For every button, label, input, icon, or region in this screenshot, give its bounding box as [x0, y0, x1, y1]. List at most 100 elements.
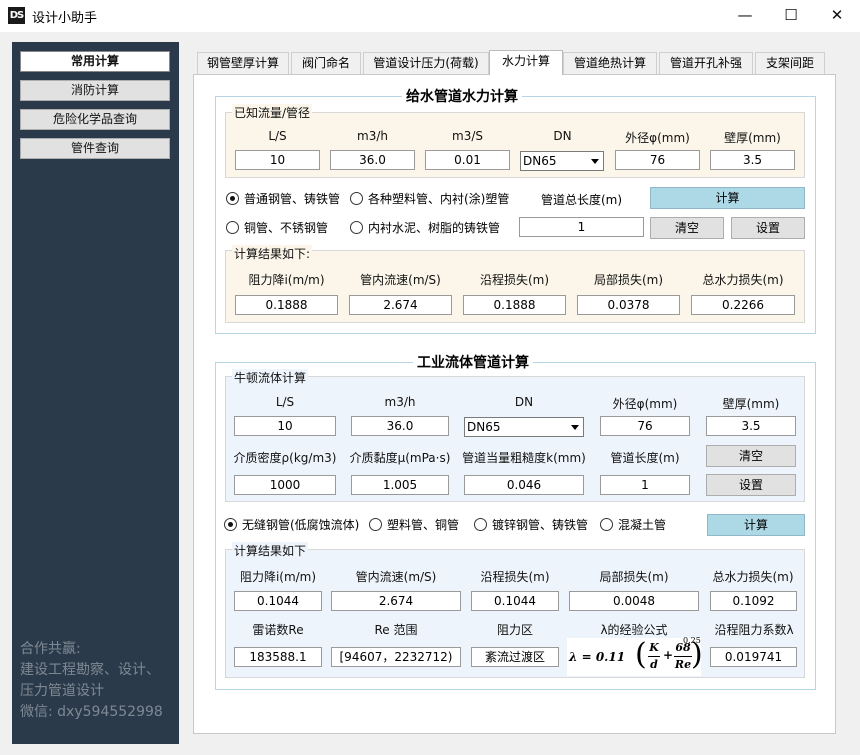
radio-steel-cast-iron[interactable]: 普通钢管、铸铁管 [226, 191, 340, 207]
lambda-formula-image: λ = 0.11 ( K d + 68 Re ) [567, 637, 703, 676]
formula-plus: + [663, 648, 674, 662]
minimize-button[interactable]: — [722, 0, 768, 32]
result-total-loss[interactable]: 0.2266 [691, 295, 795, 315]
maximize-button[interactable]: ☐ [768, 0, 814, 32]
radio-label: 混凝土管 [618, 518, 667, 532]
label-ls: L/S [268, 129, 287, 143]
ind-calc-button[interactable]: 计算 [707, 514, 805, 536]
label-ls: L/S [275, 395, 295, 409]
result-velocity[interactable]: 2.674 [349, 295, 452, 315]
outer-diameter-input[interactable]: 76 [615, 150, 700, 170]
tab-insulation-calc[interactable]: 管道绝热计算 [563, 52, 657, 74]
total-length-label: 管道总长度(m) [541, 193, 623, 207]
sidebar-item-hazmat-query[interactable]: 危险化学品查询 [20, 109, 170, 130]
result-friction-drop[interactable]: 0.1888 [235, 295, 338, 315]
dn-select[interactable]: DN65 [520, 151, 604, 171]
tab-opening-reinforcement[interactable]: 管道开孔补强 [659, 52, 753, 74]
contact-line: 压力管道设计 [20, 683, 104, 699]
label-total-loss: 总水力损失(m) [702, 273, 784, 287]
label-velocity: 管内流速(m/S) [360, 273, 441, 287]
chevron-down-icon [571, 425, 579, 430]
water-calc-title: 给水管道水力计算 [402, 86, 522, 106]
ind-result-friction-drop[interactable]: 0.1044 [234, 591, 322, 611]
formula-bar [648, 656, 660, 657]
ind-outer-diameter-input[interactable]: 76 [600, 416, 690, 436]
label-local-loss: 局部损失(m) [599, 570, 669, 584]
ind-wall-thickness-input[interactable]: 3.5 [706, 416, 796, 436]
label-friction-drop: 阻力降i(m/m) [248, 273, 325, 287]
viscosity-input[interactable]: 1.005 [351, 475, 449, 495]
contact-info: 合作共赢: 建设工程勘察、设计、 压力管道设计 微信: dxy594552998 [20, 639, 180, 723]
label-local-loss: 局部损失(m) [593, 273, 664, 287]
radio-cement-lined[interactable]: 内衬水泥、树脂的铸铁管 [350, 220, 500, 236]
ind-m3h-input[interactable]: 36.0 [351, 416, 449, 436]
ind-clear-button[interactable]: 清空 [706, 445, 796, 467]
reynolds-value[interactable]: 183588.1 [234, 647, 322, 667]
result-friction-loss[interactable]: 0.1888 [463, 295, 566, 315]
tab-pipe-wall-thickness[interactable]: 钢管壁厚计算 [197, 52, 289, 74]
radio-dot [226, 192, 239, 205]
radio-copper-stainless[interactable]: 铜管、不锈钢管 [226, 220, 328, 236]
known-flow-title: 已知流量/管径 [232, 104, 313, 121]
close-button[interactable]: ✕ [814, 0, 860, 32]
tab-hydraulic-calc[interactable]: 水力计算 [489, 50, 563, 75]
radio-dot [369, 518, 382, 531]
radio-concrete[interactable]: 混凝土管 [600, 517, 666, 533]
ind-dn-select[interactable]: DN65 [464, 417, 584, 437]
newton-fluid-title: 牛顿流体计算 [232, 369, 309, 386]
tab-valve-naming[interactable]: 阀门命名 [291, 52, 361, 74]
water-clear-button[interactable]: 清空 [650, 217, 724, 239]
radio-label: 内衬水泥、树脂的铸铁管 [368, 221, 501, 235]
ind-result-total-loss[interactable]: 0.1092 [710, 591, 797, 611]
radio-dot [224, 518, 237, 531]
label-viscosity: 介质黏度μ(mPa·s) [349, 451, 451, 465]
m3s-input[interactable]: 0.01 [425, 150, 510, 170]
ind-result-title: 计算结果如下 [232, 542, 309, 559]
radio-seamless-steel[interactable]: 无缝钢管(低腐蚀流体) [224, 517, 359, 533]
label-dn: DN [514, 395, 534, 409]
radio-label: 普通钢管、铸铁管 [244, 192, 341, 206]
ind-result-friction-loss[interactable]: 0.1044 [471, 591, 559, 611]
wall-thickness-input[interactable]: 3.5 [710, 150, 795, 170]
radio-plastic-pipe[interactable]: 各种塑料管、内衬(涂)塑管 [350, 191, 509, 207]
ind-settings-button[interactable]: 设置 [706, 474, 796, 496]
label-density: 介质密度ρ(kg/m3) [233, 451, 337, 465]
total-length-input[interactable]: 1 [519, 217, 644, 237]
roughness-input[interactable]: 0.046 [464, 475, 584, 495]
radio-label: 铜管、不锈钢管 [244, 221, 329, 235]
result-local-loss[interactable]: 0.0378 [577, 295, 680, 315]
ind-result-velocity[interactable]: 2.674 [331, 591, 461, 611]
water-result-title: 计算结果如下: [232, 245, 313, 262]
radio-label: 无缝钢管(低腐蚀流体) [242, 518, 360, 532]
sidebar-item-fitting-query[interactable]: 管件查询 [20, 138, 170, 159]
label-outer-diameter: 外径φ(mm) [612, 397, 678, 411]
water-settings-button[interactable]: 设置 [731, 217, 805, 239]
sidebar-item-fire-calc[interactable]: 消防计算 [20, 80, 170, 101]
radio-dot [350, 192, 363, 205]
m3h-input[interactable]: 36.0 [330, 150, 415, 170]
radio-label: 镀锌钢管、铸铁管 [492, 518, 589, 532]
ls-input[interactable]: 10 [235, 150, 320, 170]
radio-galvanized-cast-iron[interactable]: 镀锌钢管、铸铁管 [474, 517, 588, 533]
ind-result-local-loss[interactable]: 0.0048 [569, 591, 699, 611]
radio-plastic-copper[interactable]: 塑料管、铜管 [369, 517, 459, 533]
formula-bar [674, 656, 692, 657]
density-input[interactable]: 1000 [234, 475, 336, 495]
tab-support-spacing[interactable]: 支架间距 [755, 52, 825, 74]
label-friction-loss: 沿程损失(m) [479, 273, 550, 287]
re-range-value[interactable]: [94607，2232712) [331, 647, 461, 667]
label-friction-drop: 阻力降i(m/m) [239, 570, 317, 584]
label-m3h: m3/h [357, 129, 388, 143]
tab-design-pressure[interactable]: 管道设计压力(荷载) [363, 52, 489, 74]
sidebar-item-common-calc[interactable]: 常用计算 [20, 51, 170, 72]
radio-label: 塑料管、铜管 [387, 518, 460, 532]
pipe-length-input[interactable]: 1 [600, 475, 690, 495]
label-reynolds: 雷诺数Re [252, 623, 304, 637]
formula-paren-left: ( [635, 637, 647, 672]
industrial-calc-title: 工业流体管道计算 [413, 352, 533, 372]
ind-ls-input[interactable]: 10 [234, 416, 336, 436]
friction-coefficient-value[interactable]: 0.019741 [710, 647, 797, 667]
resistance-zone-value[interactable]: 紊流过渡区 [471, 647, 559, 667]
water-calc-button[interactable]: 计算 [650, 187, 805, 209]
label-resistance-zone: 阻力区 [496, 623, 533, 637]
